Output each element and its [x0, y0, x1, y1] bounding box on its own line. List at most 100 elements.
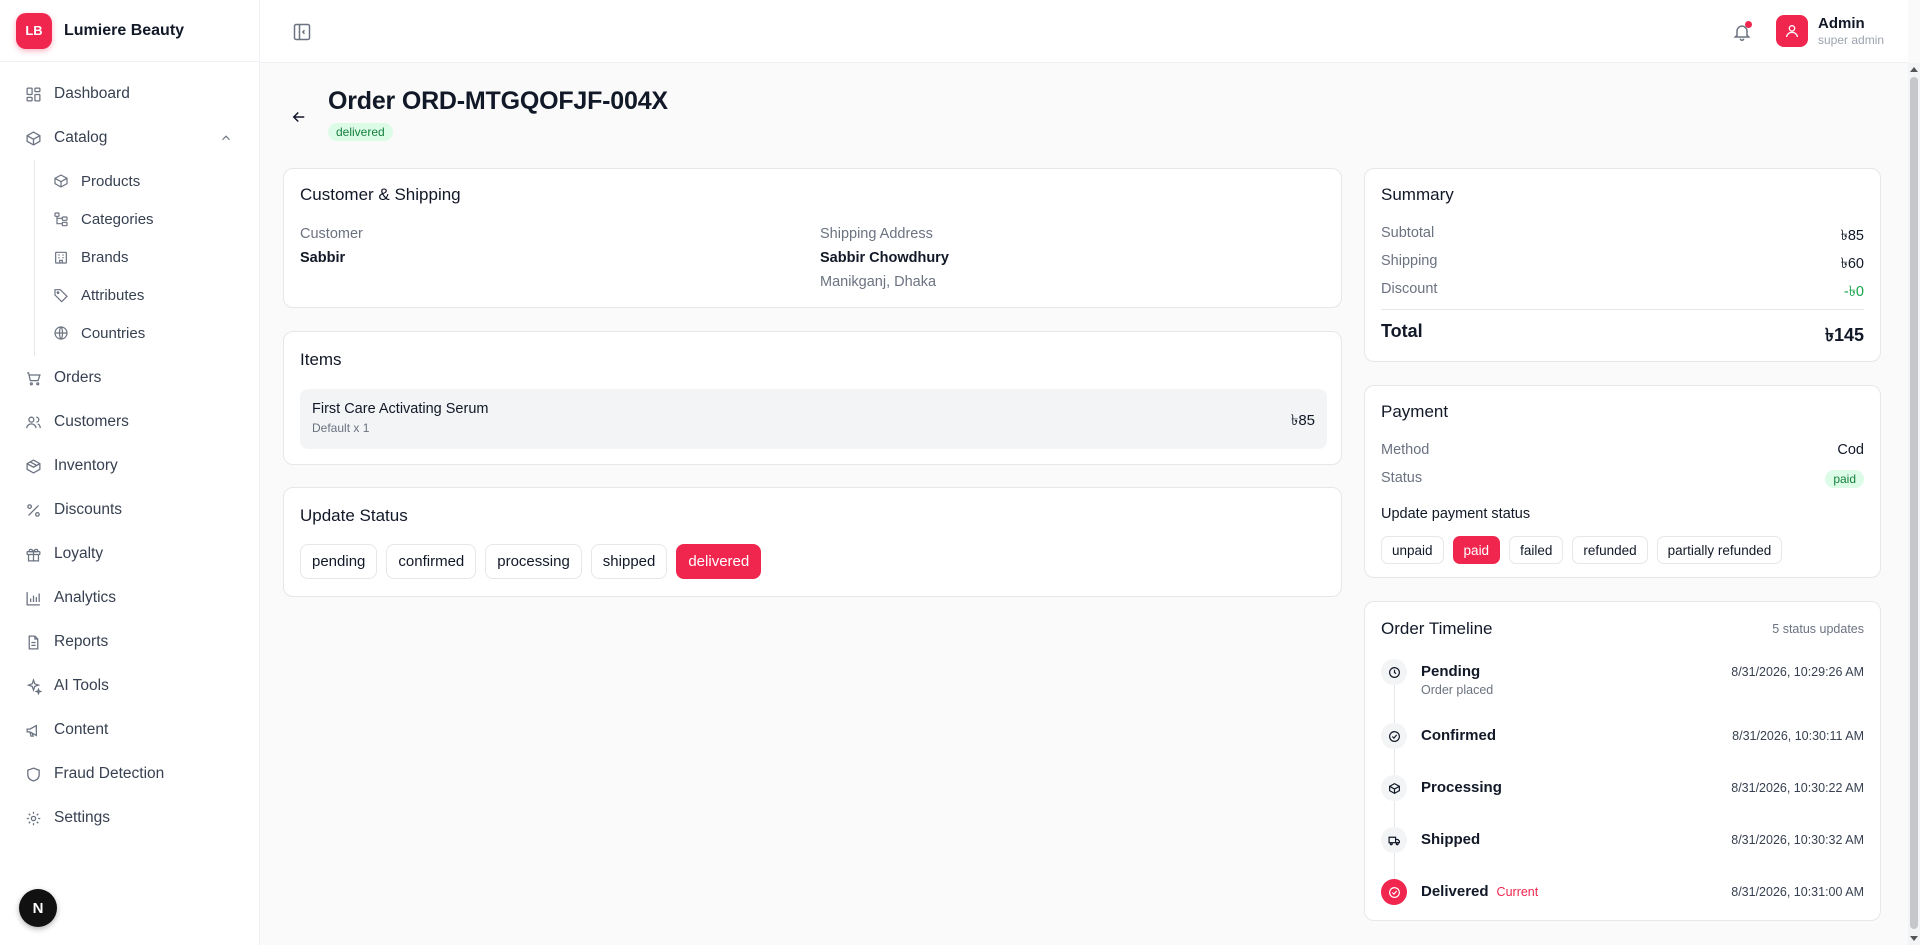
sidebar-item-countries[interactable]: Countries — [35, 314, 259, 352]
scroll-down-icon[interactable] — [1910, 936, 1918, 941]
payment-partially-refunded-button[interactable]: partially refunded — [1656, 536, 1783, 564]
sidebar-item-attributes[interactable]: Attributes — [35, 276, 259, 314]
gear-icon — [24, 809, 42, 827]
payment-status-options: unpaid paid failed refunded partially re… — [1381, 536, 1783, 564]
timeline-event-name-text: Delivered — [1421, 883, 1489, 900]
sidebar-item-inventory[interactable]: Inventory — [0, 444, 259, 488]
sidebar-item-fraud-detection[interactable]: Fraud Detection — [0, 752, 259, 796]
status-processing-button[interactable]: processing — [485, 544, 582, 579]
timeline-event-time: 8/31/2026, 10:30:22 AM — [1731, 781, 1864, 795]
status-confirmed-button[interactable]: confirmed — [386, 544, 477, 579]
package-icon — [24, 457, 42, 475]
discount-value: -৳0 — [1843, 284, 1864, 300]
sidebar-item-orders[interactable]: Orders — [0, 356, 259, 400]
avatar[interactable] — [1776, 15, 1808, 47]
sidebar-item-discounts[interactable]: Discounts — [0, 488, 259, 532]
sidebar-item-analytics[interactable]: Analytics — [0, 576, 259, 620]
sidebar-item-label: Analytics — [54, 589, 117, 606]
summary-card: Summary Subtotal ৳85 Shipping ৳60 Discou… — [1364, 168, 1881, 362]
sidebar-item-label: AI Tools — [54, 677, 109, 694]
payment-refunded-button[interactable]: refunded — [1572, 536, 1648, 564]
sidebar-item-label: Reports — [54, 633, 109, 650]
check-circle-icon — [1381, 723, 1407, 749]
payment-paid-button[interactable]: paid — [1452, 536, 1501, 564]
sidebar-toggle-icon[interactable] — [292, 22, 312, 42]
sidebar-item-label: Catalog — [54, 129, 108, 146]
scroll-thumb[interactable] — [1910, 77, 1918, 929]
payment-method-label: Method — [1381, 442, 1430, 458]
customer-label: Customer — [300, 226, 363, 242]
timeline-event-name: Pending — [1421, 663, 1481, 680]
item-price: ৳85 — [1290, 412, 1315, 429]
sidebar-item-label: Fraud Detection — [54, 765, 165, 782]
sidebar-item-label: Content — [54, 721, 109, 738]
payment-unpaid-button[interactable]: unpaid — [1381, 536, 1444, 564]
page-title: Order ORD-MTGQOFJF-004X — [328, 87, 668, 115]
timeline-event-name: Delivered Current — [1421, 883, 1538, 900]
globe-icon — [53, 325, 69, 341]
timeline-count: 5 status updates — [1772, 622, 1864, 636]
payment-method-row: Method Cod — [1381, 442, 1864, 462]
list-item[interactable]: First Care Activating Serum Default x 1 … — [300, 389, 1327, 449]
timeline-event-name: Confirmed — [1421, 727, 1496, 744]
user-name: Admin — [1818, 15, 1865, 32]
shipping-cost-value: ৳60 — [1840, 256, 1864, 272]
subtotal-value: ৳85 — [1840, 228, 1864, 244]
sidebar-item-label: Orders — [54, 369, 102, 386]
payment-status-row: Status paid — [1381, 470, 1864, 490]
sidebar-item-label: Brands — [81, 248, 129, 266]
discount-label: Discount — [1381, 281, 1438, 297]
brand-name: Lumiere Beauty — [64, 21, 185, 39]
page-scrollbar[interactable] — [1908, 63, 1920, 945]
brand[interactable]: LB Lumiere Beauty — [0, 0, 259, 62]
package-icon — [1381, 775, 1407, 801]
payment-status-badge: paid — [1825, 470, 1864, 488]
status-shipped-button[interactable]: shipped — [590, 544, 668, 579]
user-icon — [1786, 25, 1798, 38]
sidebar-item-reports[interactable]: Reports — [0, 620, 259, 664]
timeline-event-note: Order placed — [1421, 683, 1494, 697]
user-role: super admin — [1818, 33, 1885, 47]
update-status-card: Update Status pending confirmed processi… — [283, 487, 1342, 597]
dashboard-icon — [24, 85, 42, 103]
timeline-event-time: 8/31/2026, 10:30:32 AM — [1731, 833, 1864, 847]
dev-tools-badge[interactable]: N — [19, 889, 57, 927]
sidebar-item-catalog[interactable]: Catalog — [0, 116, 259, 160]
sidebar-item-label: Loyalty — [54, 545, 104, 562]
megaphone-icon — [24, 721, 42, 739]
sidebar-item-customers[interactable]: Customers — [0, 400, 259, 444]
card-title: Summary — [1381, 185, 1454, 204]
sidebar-item-products[interactable]: Products — [35, 162, 259, 200]
sidebar-item-settings[interactable]: Settings — [0, 796, 259, 840]
chevron-up-icon[interactable] — [219, 131, 233, 145]
item-name: First Care Activating Serum — [312, 401, 489, 417]
sidebar-nav: Dashboard Catalog Products Categories Br… — [0, 62, 259, 840]
sidebar-item-ai-tools[interactable]: AI Tools — [0, 664, 259, 708]
sidebar-item-content[interactable]: Content — [0, 708, 259, 752]
back-arrow-icon[interactable] — [290, 108, 308, 126]
payment-failed-button[interactable]: failed — [1509, 536, 1564, 564]
card-title: Items — [300, 350, 342, 369]
timeline-event-time: 8/31/2026, 10:30:11 AM — [1732, 729, 1864, 743]
timeline-event-name: Shipped — [1421, 831, 1481, 848]
topbar: Admin super admin — [260, 0, 1908, 63]
customer-shipping-card: Customer & Shipping Customer Sabbir Ship… — [283, 168, 1342, 308]
sidebar-item-loyalty[interactable]: Loyalty — [0, 532, 259, 576]
sidebar-item-categories[interactable]: Categories — [35, 200, 259, 238]
payment-status-label: Status — [1381, 470, 1423, 486]
brand-logo: LB — [16, 12, 52, 49]
timeline-event-pending: Pending Order placed 8/31/2026, 10:29:26… — [1381, 659, 1864, 699]
divider — [1381, 309, 1864, 310]
sidebar-item-dashboard[interactable]: Dashboard — [0, 72, 259, 116]
scroll-up-icon[interactable] — [1910, 67, 1918, 72]
timeline-event-time: 8/31/2026, 10:31:00 AM — [1731, 885, 1864, 899]
customer-name: Sabbir — [300, 250, 346, 266]
shipping-cost-label: Shipping — [1381, 253, 1438, 269]
status-pending-button[interactable]: pending — [300, 544, 378, 579]
gift-icon — [24, 545, 42, 563]
users-icon — [24, 413, 42, 431]
sidebar-item-brands[interactable]: Brands — [35, 238, 259, 276]
timeline-event-processing: Processing 8/31/2026, 10:30:22 AM — [1381, 775, 1864, 815]
total-label: Total — [1381, 321, 1423, 341]
status-delivered-button[interactable]: delivered — [676, 544, 762, 579]
